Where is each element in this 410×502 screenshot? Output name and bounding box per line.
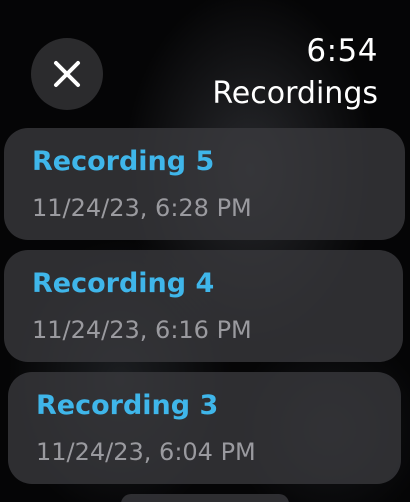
recording-title: Recording 3 [36,390,219,421]
partial-list-item[interactable] [121,494,289,502]
recording-date: 11/24/23, 6:28 PM [32,194,252,222]
recording-list: Recording 5 11/24/23, 6:28 PM Recording … [0,0,410,502]
recording-date: 11/24/23, 6:04 PM [36,438,256,466]
recording-item[interactable]: Recording 3 11/24/23, 6:04 PM [8,372,401,484]
recording-item[interactable]: Recording 5 11/24/23, 6:28 PM [4,128,405,240]
watch-screen: 6:54 Recordings Recording 5 11/24/23, 6:… [0,0,410,502]
recording-item[interactable]: Recording 4 11/24/23, 6:16 PM [4,250,403,362]
recording-title: Recording 5 [32,146,215,177]
recording-date: 11/24/23, 6:16 PM [32,316,252,344]
recording-title: Recording 4 [32,268,215,299]
